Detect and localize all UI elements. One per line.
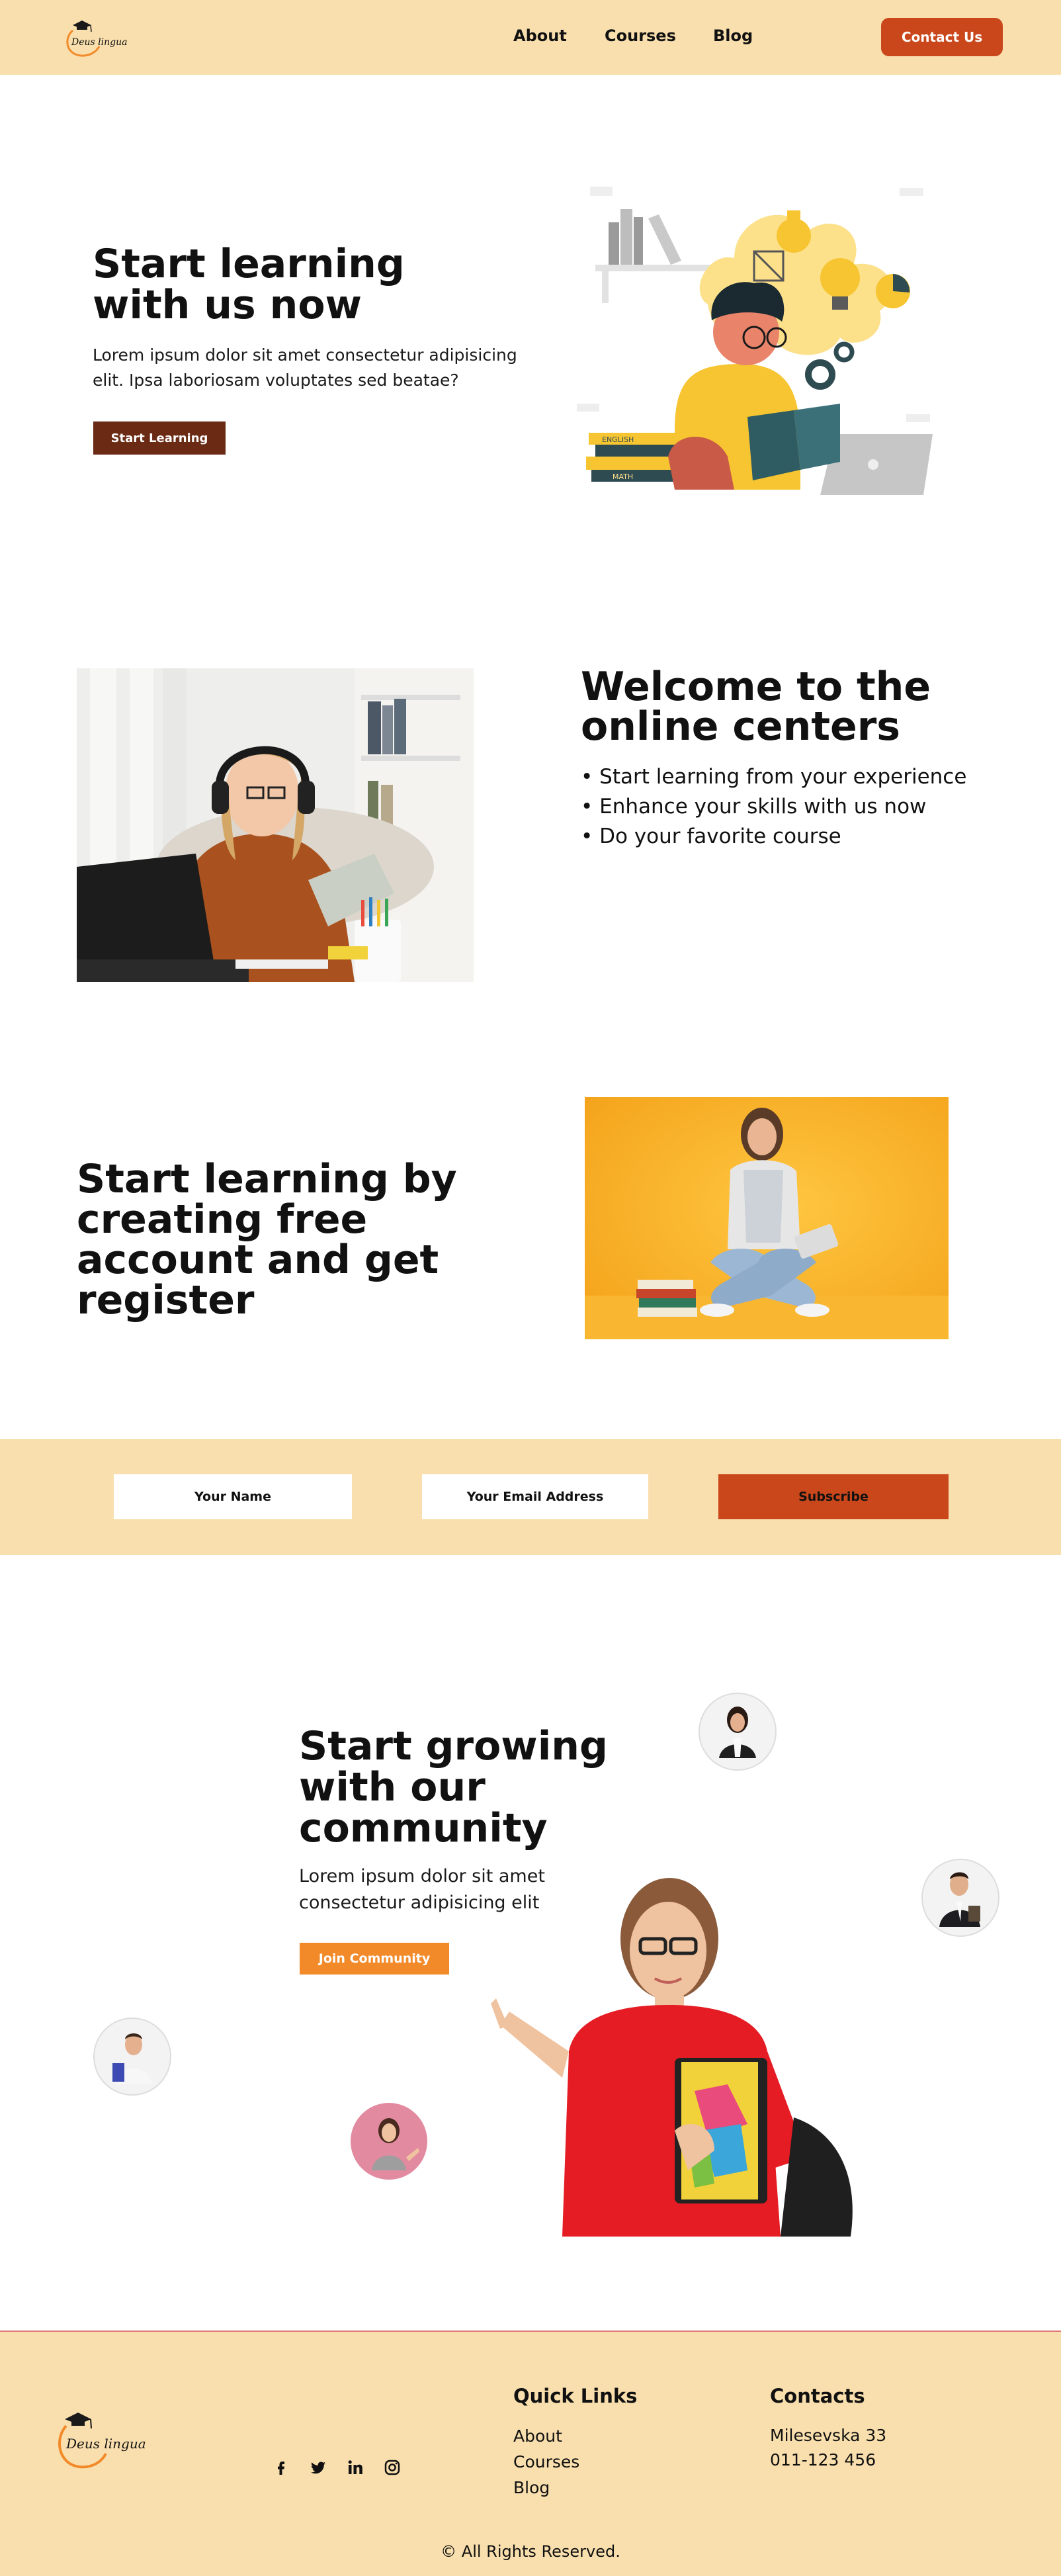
subscribe-button[interactable]: Subscribe [718, 1474, 949, 1519]
nav-link-courses[interactable]: Courses [605, 26, 676, 45]
quick-links-list: About Courses Blog [513, 2423, 579, 2501]
contact-us-button[interactable]: Contact Us [881, 18, 1003, 56]
member-avatar [93, 2018, 171, 2096]
svg-text:Deus lingua: Deus lingua [71, 37, 127, 48]
nav-link-blog[interactable]: Blog [713, 26, 753, 45]
member-avatar [351, 2103, 427, 2180]
instagram-icon[interactable] [382, 2458, 402, 2477]
quick-links-title: Quick Links [513, 2385, 638, 2407]
community-title: Start growing with our community [299, 1723, 608, 1851]
svg-text:Deus lingua: Deus lingua [65, 2436, 146, 2452]
contact-address: Milesevska 33 [770, 2426, 887, 2445]
navbar: Deus lingua About Courses Blog Contact U… [0, 0, 1061, 75]
member-avatar [921, 1859, 999, 1937]
twitter-icon[interactable] [308, 2458, 328, 2477]
join-community-button[interactable]: Join Community [300, 1943, 449, 1975]
student-pointing-photo [491, 1878, 853, 2237]
svg-text:MATH: MATH [613, 472, 633, 481]
contact-phone: 011-123 456 [770, 2450, 876, 2469]
email-input[interactable] [422, 1474, 648, 1519]
student-laptop-photo [77, 668, 474, 982]
contacts-title: Contacts [770, 2385, 865, 2407]
social-links [271, 2458, 402, 2477]
contacts-list: Milesevska 33 011-123 456 [770, 2423, 886, 2472]
copyright: © All Rights Reserved. [441, 2542, 620, 2561]
hero-text: Lorem ipsum dolor sit amet consectetur a… [93, 345, 517, 390]
list-item: • Enhance your skills with us now [581, 795, 927, 819]
feature-list: • Start learning from your experience • … [581, 762, 1004, 852]
hero-title: Start learning with us now [93, 241, 405, 328]
name-input[interactable] [114, 1474, 352, 1519]
register-title: Start learning by creating free account … [77, 1156, 457, 1323]
nav-link-about[interactable]: About [513, 26, 567, 45]
hero-illustration: ENGLISH MATH [577, 187, 933, 495]
subscribe-band: Subscribe [0, 1439, 1061, 1555]
welcome-title: Welcome to the online centers [581, 664, 931, 750]
footer-link-about[interactable]: About [513, 2423, 579, 2449]
svg-text:ENGLISH: ENGLISH [602, 435, 634, 444]
footer-logo[interactable]: Deus lingua [54, 2406, 153, 2472]
brand-logo[interactable]: Deus lingua [61, 16, 134, 60]
girl-with-tablet-photo [585, 1097, 949, 1339]
member-avatar [699, 1693, 777, 1771]
start-learning-button[interactable]: Start Learning [93, 422, 226, 455]
list-item: • Start learning from your experience [581, 765, 967, 789]
footer-link-courses[interactable]: Courses [513, 2449, 579, 2475]
facebook-icon[interactable] [271, 2458, 291, 2477]
linkedin-icon[interactable] [345, 2458, 365, 2477]
list-item: • Do your favorite course [581, 824, 841, 848]
footer-link-blog[interactable]: Blog [513, 2475, 579, 2501]
footer: Deus lingua Quick Links About Courses Bl… [0, 2331, 1061, 2576]
